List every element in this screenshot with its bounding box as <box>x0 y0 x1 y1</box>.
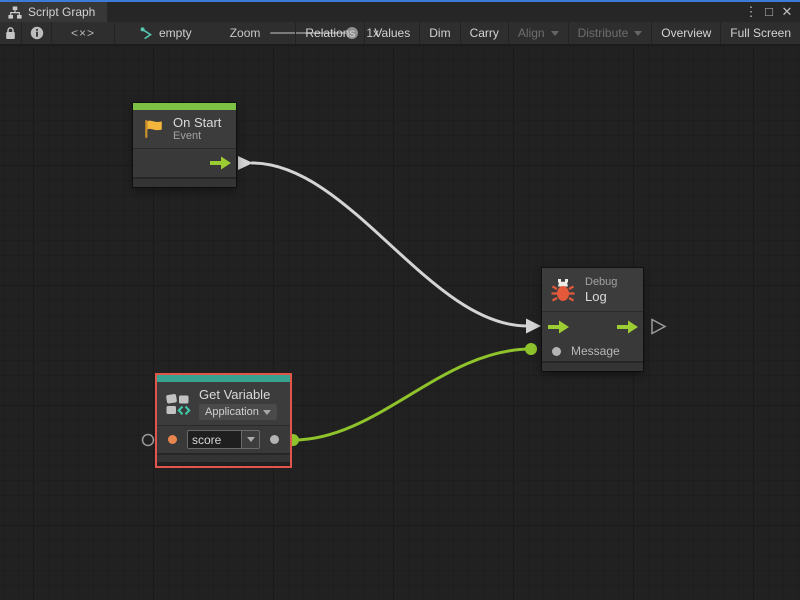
debug-log-header[interactable]: Debug Log <box>542 268 643 311</box>
carry-button[interactable]: Carry <box>460 22 508 44</box>
zoom-label: Zoom <box>230 26 261 40</box>
on-start-body <box>133 148 236 177</box>
window-menu-icon[interactable]: ⋮ <box>742 2 760 22</box>
exec-input-port[interactable] <box>548 320 569 333</box>
close-icon[interactable]: ✕ <box>778 2 796 22</box>
toolbar-left-group: <×> <box>0 22 115 44</box>
chevron-down-icon <box>263 410 271 415</box>
tab-title: Script Graph <box>28 5 95 19</box>
node-title: Log <box>585 289 617 304</box>
unconnected-value-in-hint[interactable] <box>143 435 154 446</box>
node-get-variable[interactable]: Get Variable Application <box>157 375 290 462</box>
distribute-button[interactable]: Distribute <box>568 22 652 44</box>
dim-button[interactable]: Dim <box>419 22 459 44</box>
chevron-down-icon <box>551 31 559 36</box>
bug-icon <box>550 277 576 303</box>
node-accent-bar <box>157 375 290 382</box>
unconnected-exec-out-hint[interactable] <box>652 320 665 334</box>
script-graph-window: Script Graph ⋮ □ ✕ <box>0 0 800 600</box>
message-input-port[interactable] <box>552 347 561 356</box>
chevron-down-icon <box>634 31 642 36</box>
lock-button[interactable] <box>0 22 22 44</box>
exec-port-row <box>542 312 643 341</box>
fullscreen-button[interactable]: Full Screen <box>720 22 800 44</box>
node-title: Get Variable <box>199 387 277 402</box>
align-button[interactable]: Align <box>508 22 568 44</box>
selection-outline: Get Variable Application <box>155 373 292 468</box>
variable-name-field[interactable] <box>187 430 242 449</box>
window-controls: ⋮ □ ✕ <box>742 2 796 22</box>
info-icon <box>30 26 44 40</box>
exec-wire-end-arrow <box>526 319 541 334</box>
variable-scope-dropdown[interactable]: Application <box>199 404 277 420</box>
flag-icon <box>141 117 165 141</box>
get-variable-header[interactable]: Get Variable Application <box>157 382 290 425</box>
get-variable-body <box>157 425 290 453</box>
overview-button[interactable]: Overview <box>651 22 720 44</box>
node-footer <box>542 361 643 371</box>
node-footer <box>157 453 290 462</box>
toolbar-right-group: Relations Values Dim Carry Align Distrib… <box>295 22 800 44</box>
value-wire-end-dot <box>525 343 537 355</box>
variable-name-dropdown-button[interactable] <box>242 430 260 449</box>
value-wire[interactable] <box>293 349 531 440</box>
scope-value: Application <box>205 406 260 418</box>
variable-icon <box>165 392 191 416</box>
node-title: On Start <box>173 115 221 130</box>
exec-wire[interactable] <box>252 163 527 326</box>
code-preview-button[interactable]: <×> <box>52 22 115 44</box>
message-port-label: Message <box>571 344 620 358</box>
lock-icon <box>5 27 16 40</box>
graph-pointer-icon <box>140 27 154 40</box>
code-preview-icon: <×> <box>71 26 95 40</box>
value-output-port[interactable] <box>270 435 279 444</box>
variable-name-input-port[interactable] <box>168 435 177 444</box>
exec-output-port[interactable] <box>210 157 231 170</box>
message-port-row: Message <box>542 341 643 361</box>
tab-script-graph[interactable]: Script Graph <box>0 2 107 22</box>
node-debug-log[interactable]: Debug Log Message <box>542 268 643 371</box>
info-button[interactable] <box>22 22 52 44</box>
debug-log-body: Message <box>542 311 643 361</box>
chevron-down-icon <box>247 437 255 442</box>
node-subtitle: Event <box>173 130 221 143</box>
node-on-start[interactable]: On Start Event <box>133 103 236 187</box>
on-start-header[interactable]: On Start Event <box>133 110 236 148</box>
graph-toolbar: <×> empty Zoom 1x Relations Values Dim C… <box>0 22 800 45</box>
wire-layer <box>0 45 800 600</box>
relations-button[interactable]: Relations <box>295 22 364 44</box>
graph-hierarchy-icon <box>8 6 22 19</box>
exec-output-port[interactable] <box>617 320 638 333</box>
node-footer <box>133 177 236 187</box>
values-button[interactable]: Values <box>364 22 419 44</box>
node-category: Debug <box>585 276 617 289</box>
title-bar: Script Graph ⋮ □ ✕ <box>0 2 800 22</box>
graph-reference-button[interactable]: empty <box>128 26 202 40</box>
graph-reference-label: empty <box>159 26 192 40</box>
node-accent-bar <box>133 103 236 110</box>
graph-canvas[interactable]: On Start Event <box>0 45 800 600</box>
maximize-icon[interactable]: □ <box>760 2 778 22</box>
